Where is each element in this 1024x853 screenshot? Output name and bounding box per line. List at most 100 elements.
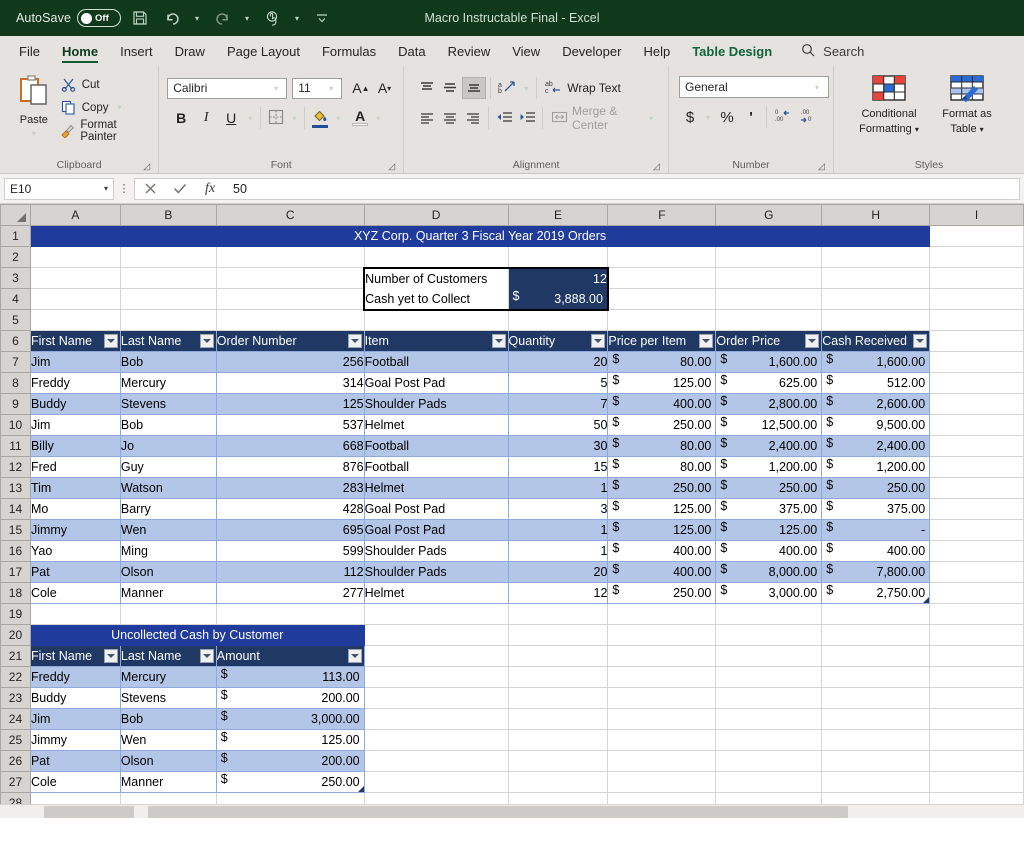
orders-cell-first-name-16[interactable]: Yao	[30, 540, 121, 562]
uncollected-cell-last-name-22[interactable]: Mercury	[120, 666, 217, 688]
cell-i1[interactable]	[929, 225, 1024, 247]
orders-cell-first-name-9[interactable]: Buddy	[30, 393, 121, 415]
confirm-entry-button[interactable]	[165, 179, 195, 199]
cell-e26[interactable]	[508, 750, 609, 772]
cell-g25[interactable]	[715, 729, 823, 751]
row-header-18[interactable]: 18	[0, 582, 31, 604]
cell-i10[interactable]	[929, 414, 1024, 436]
filter-button-uncollected-first-name[interactable]	[103, 649, 118, 663]
shrink-font-button[interactable]: A ▾	[374, 77, 396, 99]
merge-and-center-button[interactable]: Merge & Center ▾	[547, 104, 660, 132]
row-header-5[interactable]: 5	[0, 309, 31, 331]
cell-g5[interactable]	[715, 309, 823, 331]
accounting-format-button[interactable]: $	[679, 106, 701, 128]
orders-header-last-name[interactable]: Last Name	[120, 330, 217, 352]
paste-chevron-down-icon[interactable]: ▾	[28, 129, 40, 138]
table-resize-handle[interactable]	[923, 597, 929, 603]
cell-i25[interactable]	[929, 729, 1024, 751]
uncollected-cell-first-name-22[interactable]: Freddy	[30, 666, 121, 688]
spreadsheet-grid[interactable]: A B C D E F G H I 1 XYZ Corp. Quarter 3 …	[0, 204, 1024, 818]
filter-button-quantity[interactable]	[591, 334, 606, 348]
align-top-button[interactable]	[416, 77, 438, 99]
search-box[interactable]: Search	[783, 36, 874, 66]
cell-i24[interactable]	[929, 708, 1024, 730]
cell-e20[interactable]	[508, 624, 609, 646]
row-header-1[interactable]: 1	[0, 225, 31, 247]
redo-icon[interactable]	[209, 5, 235, 31]
orders-cell-order-price-12[interactable]: $1,200.00	[715, 456, 823, 478]
orders-header-price-per-item[interactable]: Price per Item	[607, 330, 717, 352]
orders-cell-order-price-7[interactable]: $1,600.00	[715, 351, 823, 373]
font-color-chevron-down-icon[interactable]: ▾	[372, 114, 384, 123]
orders-cell-order-price-16[interactable]: $400.00	[715, 540, 823, 562]
orders-cell-item-11[interactable]: Football	[364, 435, 509, 457]
cell-i21[interactable]	[929, 645, 1024, 667]
cell-d22[interactable]	[364, 666, 509, 688]
cell-d5[interactable]	[364, 309, 509, 331]
number-format-combobox[interactable]: General ▾	[679, 76, 829, 98]
orders-cell-item-13[interactable]: Helmet	[364, 477, 509, 499]
orders-cell-order-price-10[interactable]: $12,500.00	[715, 414, 823, 436]
cell-d19[interactable]	[364, 603, 509, 625]
uncollected-cell-amount-23[interactable]: $200.00	[216, 687, 365, 709]
cell-i17[interactable]	[929, 561, 1024, 583]
cell-h5[interactable]	[821, 309, 931, 331]
uncollected-cell-amount-22[interactable]: $113.00	[216, 666, 365, 688]
orders-cell-last-name-10[interactable]: Bob	[120, 414, 217, 436]
uncollected-cell-amount-26[interactable]: $200.00	[216, 750, 365, 772]
orders-cell-first-name-18[interactable]: Cole	[30, 582, 121, 604]
clipboard-dialog-launcher-icon[interactable]: ◿	[141, 161, 152, 172]
cell-h25[interactable]	[821, 729, 931, 751]
alignment-dialog-launcher-icon[interactable]: ◿	[651, 161, 662, 172]
cell-f5[interactable]	[607, 309, 717, 331]
cell-f20[interactable]	[607, 624, 717, 646]
cell-i27[interactable]	[929, 771, 1024, 793]
filter-button-order-number[interactable]	[347, 334, 362, 348]
filter-button-uncollected-last-name[interactable]	[199, 649, 214, 663]
save-icon[interactable]	[127, 5, 153, 31]
cell-f23[interactable]	[607, 687, 717, 709]
cell-d20[interactable]	[364, 624, 509, 646]
customize-qat-icon[interactable]	[309, 5, 335, 31]
orders-cell-last-name-7[interactable]: Bob	[120, 351, 217, 373]
cell-i22[interactable]	[929, 666, 1024, 688]
orders-cell-quantity-16[interactable]: 1	[508, 540, 609, 562]
filter-button-last-name[interactable]	[199, 334, 214, 348]
cell-d2[interactable]	[364, 246, 509, 268]
orders-cell-quantity-9[interactable]: 7	[508, 393, 609, 415]
tab-view[interactable]: View	[501, 36, 551, 66]
cell-i14[interactable]	[929, 498, 1024, 520]
filter-button-uncollected-amount[interactable]	[347, 649, 362, 663]
name-box[interactable]: E10 ▾	[4, 177, 114, 200]
cell-b3[interactable]	[120, 267, 217, 289]
filter-button-order-price[interactable]	[805, 334, 820, 348]
uncollected-header-first-name[interactable]: First Name	[30, 645, 121, 667]
orders-cell-price-per-item-11[interactable]: $80.00	[607, 435, 717, 457]
orders-cell-price-per-item-7[interactable]: $80.00	[607, 351, 717, 373]
cell-b19[interactable]	[120, 603, 217, 625]
touch-mode-icon[interactable]	[259, 5, 285, 31]
row-header-12[interactable]: 12	[0, 456, 31, 478]
decrease-indent-button[interactable]	[493, 107, 515, 129]
orders-cell-last-name-9[interactable]: Stevens	[120, 393, 217, 415]
tab-page-layout[interactable]: Page Layout	[216, 36, 311, 66]
tab-draw[interactable]: Draw	[164, 36, 216, 66]
row-header-21[interactable]: 21	[0, 645, 31, 667]
row-header-15[interactable]: 15	[0, 519, 31, 541]
cell-g20[interactable]	[715, 624, 823, 646]
orders-cell-order-number-8[interactable]: 314	[216, 372, 365, 394]
uncollected-cell-amount-25[interactable]: $125.00	[216, 729, 365, 751]
select-all-corner[interactable]	[0, 204, 31, 226]
orders-cell-cash-received-16[interactable]: $400.00	[821, 540, 931, 562]
cell-c19[interactable]	[216, 603, 365, 625]
grow-font-button[interactable]: A ▲	[349, 77, 372, 99]
cell-i8[interactable]	[929, 372, 1024, 394]
cell-a2[interactable]	[30, 246, 121, 268]
orders-cell-cash-received-14[interactable]: $375.00	[821, 498, 931, 520]
orders-cell-order-price-17[interactable]: $8,000.00	[715, 561, 823, 583]
row-header-23[interactable]: 23	[0, 687, 31, 709]
row-header-2[interactable]: 2	[0, 246, 31, 268]
conditional-formatting-button[interactable]: Conditional Formatting ▾	[850, 72, 928, 136]
cell-i12[interactable]	[929, 456, 1024, 478]
orders-cell-cash-received-13[interactable]: $250.00	[821, 477, 931, 499]
